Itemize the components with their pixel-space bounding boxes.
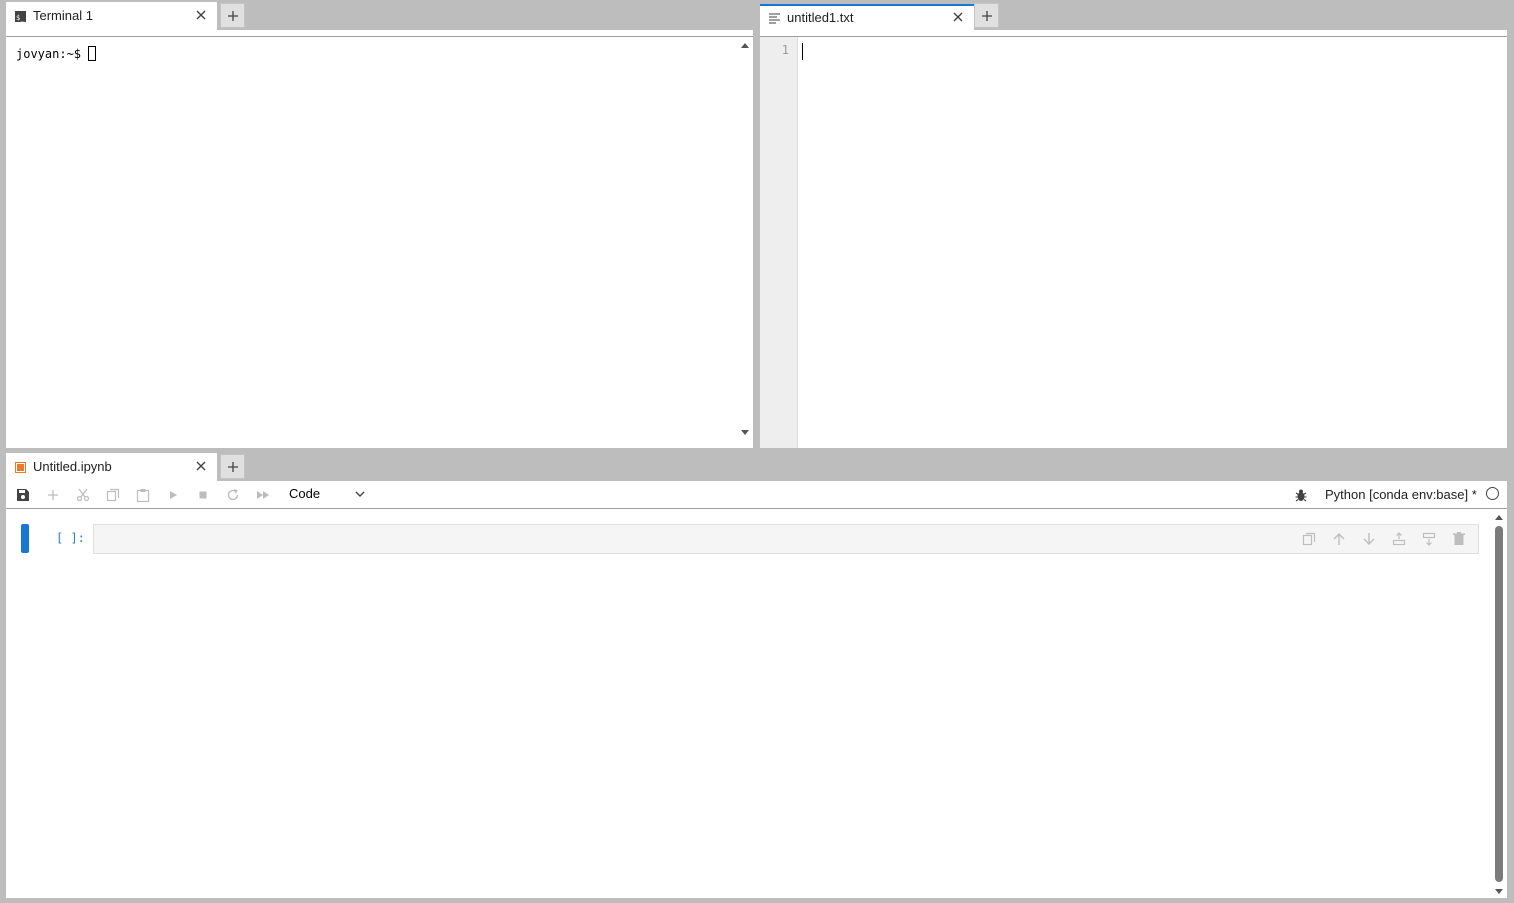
debugger-button[interactable]: [1292, 486, 1310, 504]
stop-button[interactable]: [193, 486, 213, 504]
terminal-cursor: [88, 46, 97, 61]
notebook-cell[interactable]: [ ]:: [20, 524, 1479, 554]
duplicate-cell-button[interactable]: [1299, 530, 1319, 548]
close-icon[interactable]: [193, 7, 209, 23]
notebook-icon: [15, 461, 26, 473]
terminal-scrollbar[interactable]: [737, 38, 753, 446]
insert-below-button[interactable]: [1419, 530, 1439, 548]
copy-icon: [106, 488, 120, 502]
add-tab-button[interactable]: [220, 454, 245, 479]
stop-icon: [199, 491, 207, 499]
add-icon: [48, 490, 58, 500]
text-editor-area[interactable]: [798, 37, 1507, 448]
paste-icon: [136, 489, 150, 502]
chevron-down-icon: [355, 491, 365, 497]
tab-untitled-txt[interactable]: untitled1.txt: [760, 4, 974, 30]
cell-input-area[interactable]: [93, 524, 1479, 554]
kernel-status-indicator: [1486, 487, 1499, 500]
delete-cell-button[interactable]: [1449, 530, 1469, 548]
tab-terminal[interactable]: $_ Terminal 1: [6, 2, 217, 30]
cell-type-select[interactable]: Code: [283, 484, 369, 504]
run-button[interactable]: [163, 486, 183, 504]
cut-button[interactable]: [73, 486, 93, 504]
terminal-output[interactable]: jovyan:~$: [16, 46, 97, 61]
restart-button[interactable]: [223, 486, 243, 504]
cell-type-value: Code: [289, 486, 321, 501]
toolbar-divider: [6, 508, 1507, 509]
terminal-prompt: jovyan:~$: [16, 47, 89, 61]
delete-icon: [1453, 532, 1465, 545]
terminal-panel[interactable]: jovyan:~$: [6, 30, 753, 448]
line-gutter: 1: [760, 37, 798, 448]
close-icon[interactable]: [950, 9, 966, 25]
add-tab-button[interactable]: [974, 3, 999, 28]
plus-icon: [227, 10, 238, 21]
save-button[interactable]: [13, 486, 33, 504]
cell-prompt: [ ]:: [56, 531, 85, 545]
insert-above-icon: [1392, 532, 1406, 546]
scrollbar-thumb[interactable]: [1495, 526, 1503, 882]
scroll-down-icon[interactable]: [1492, 887, 1506, 897]
run-icon: [170, 491, 177, 499]
panel-divider: [6, 36, 753, 37]
plus-icon: [227, 461, 238, 472]
editor-panel[interactable]: 1: [760, 30, 1507, 448]
cut-icon: [76, 488, 90, 502]
copy-button[interactable]: [103, 486, 123, 504]
move-down-icon: [1363, 533, 1375, 545]
restart-icon: [227, 489, 239, 501]
text-cursor: [802, 43, 803, 60]
insert-cell-button[interactable]: [43, 486, 63, 504]
fast-forward-icon: [257, 491, 269, 499]
kernel-name[interactable]: Python [conda env:base] *: [1325, 487, 1477, 502]
tab-label: Terminal 1: [33, 8, 93, 23]
svg-text:$_: $_: [16, 14, 25, 22]
scroll-up-icon[interactable]: [737, 40, 753, 50]
plus-icon: [981, 10, 992, 21]
line-number: 1: [781, 43, 789, 57]
insert-below-icon: [1422, 532, 1436, 546]
tab-notebook[interactable]: Untitled.ipynb: [6, 453, 217, 481]
text-file-icon: [769, 12, 780, 24]
move-up-icon: [1333, 533, 1345, 545]
move-down-button[interactable]: [1359, 530, 1379, 548]
bug-icon: [1295, 489, 1307, 501]
add-tab-button[interactable]: [220, 3, 245, 28]
paste-button[interactable]: [133, 486, 153, 504]
tab-label: untitled1.txt: [787, 10, 854, 25]
insert-above-button[interactable]: [1389, 530, 1409, 548]
tab-label: Untitled.ipynb: [33, 459, 112, 474]
notebook-scrollbar[interactable]: [1492, 512, 1506, 897]
move-up-button[interactable]: [1329, 530, 1349, 548]
scroll-up-icon[interactable]: [1492, 512, 1506, 522]
close-icon[interactable]: [193, 458, 209, 474]
run-all-button[interactable]: [253, 486, 273, 504]
scroll-down-icon[interactable]: [737, 428, 753, 438]
duplicate-icon: [1302, 532, 1316, 546]
save-icon: [17, 489, 29, 501]
cell-collapser[interactable]: [21, 524, 29, 553]
terminal-icon: $_: [15, 10, 26, 22]
